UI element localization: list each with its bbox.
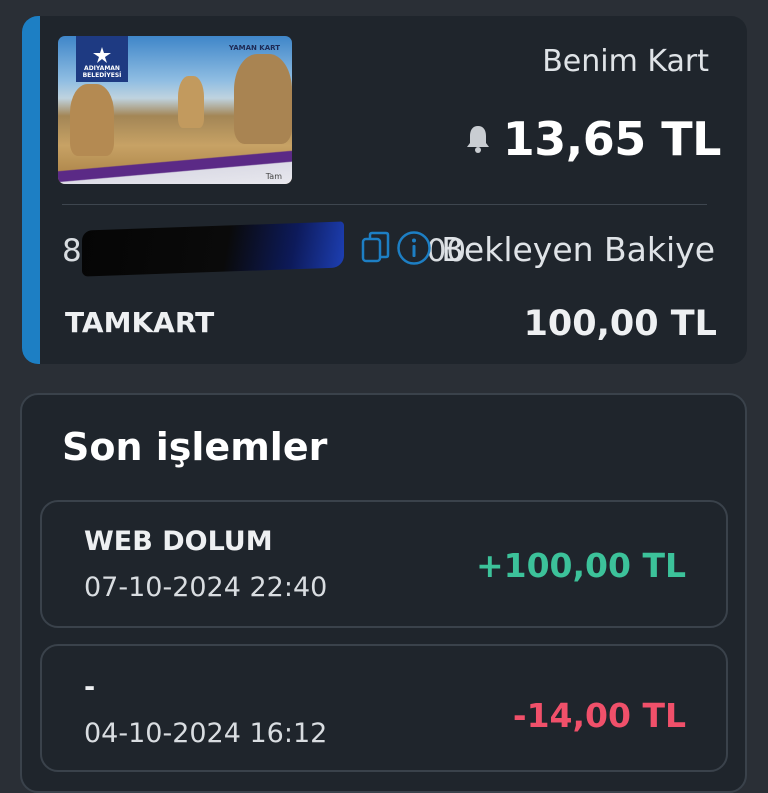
divider [62,204,707,205]
redaction-mark [82,221,344,277]
card-name: Benim Kart [542,44,709,79]
transaction-row[interactable]: - 04-10-2024 16:12 -14,00 TL [40,644,728,772]
balance-row: 13,65 TL [465,112,722,166]
logo-text-line2: BELEDİYESİ [82,72,122,79]
bell-icon[interactable] [465,124,491,154]
logo-star-icon [93,47,111,63]
copy-icon[interactable] [361,230,391,266]
transaction-amount: +100,00 TL [475,546,686,585]
statue-head [178,76,204,128]
card-balance: 13,65 TL [502,112,722,166]
pending-balance-label: Bekleyen Bakiye [441,230,715,269]
municipality-logo: ADIYAMAN BELEDİYESİ [76,36,128,82]
transaction-description: - [84,672,96,703]
card-type: TAMKART [65,306,215,339]
card-accent-bar [22,16,40,364]
transactions-title: Son işlemler [62,425,328,469]
statue-head [234,54,292,144]
transaction-date: 04-10-2024 16:12 [84,718,328,749]
transaction-description: WEB DOLUM [84,526,273,557]
info-icon[interactable] [396,230,432,266]
transactions-panel: Son işlemler WEB DOLUM 07-10-2024 22:40 … [20,393,747,793]
logo-text-line1: ADIYAMAN [84,65,120,72]
transaction-amount: -14,00 TL [512,696,686,735]
card-type-text: Tam [265,172,282,181]
statue-head [70,84,114,156]
card-image[interactable]: ADIYAMAN BELEDİYESİ YAMAN KART Tam [58,36,292,184]
card-panel[interactable]: ADIYAMAN BELEDİYESİ YAMAN KART Tam Benim… [22,16,747,364]
pending-balance-amount: 100,00 TL [523,304,717,344]
card-purple-band [58,150,292,184]
transaction-row[interactable]: WEB DOLUM 07-10-2024 22:40 +100,00 TL [40,500,728,628]
transaction-date: 07-10-2024 22:40 [84,572,328,603]
card-brand-text: YAMAN KART [228,44,280,52]
